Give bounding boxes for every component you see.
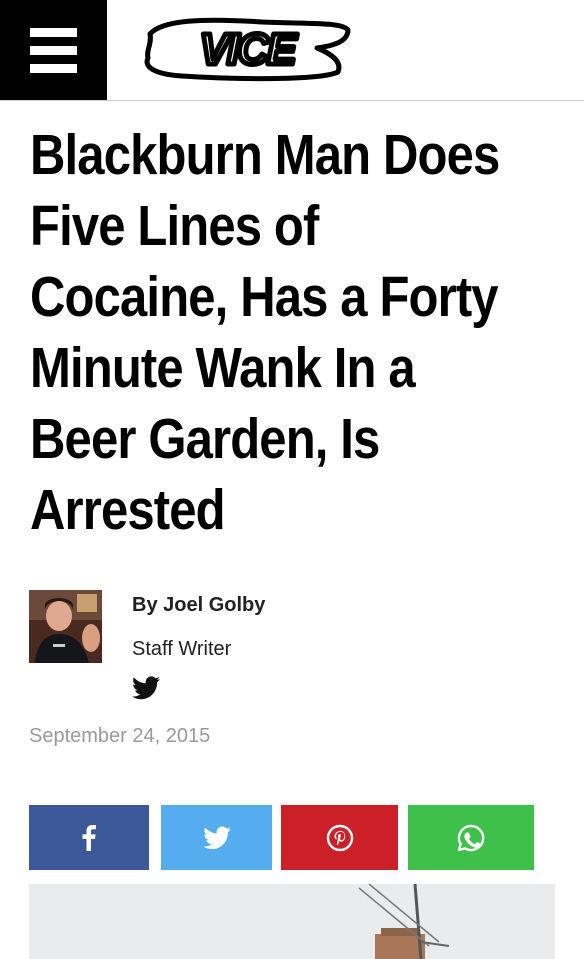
facebook-share-button[interactable] bbox=[29, 805, 149, 870]
pinterest-icon bbox=[326, 824, 353, 851]
headline-line: Blackburn Man Does bbox=[30, 123, 500, 187]
menu-bar-line bbox=[30, 64, 77, 73]
logo-text: VICE bbox=[200, 25, 298, 74]
twitter-share-button[interactable] bbox=[161, 805, 272, 870]
author-byline[interactable]: By Joel Golby bbox=[132, 594, 265, 617]
top-nav-bar: VICE bbox=[0, 0, 584, 101]
vice-logo[interactable]: VICE bbox=[142, 14, 352, 84]
article-headline: Blackburn Man Does Five Lines of Cocaine… bbox=[30, 120, 500, 546]
hamburger-menu-icon[interactable] bbox=[0, 0, 107, 100]
whatsapp-share-button[interactable] bbox=[408, 805, 534, 870]
publish-date: September 24, 2015 bbox=[29, 725, 211, 747]
menu-bar-line bbox=[30, 46, 77, 55]
headline-line: Five Lines of bbox=[30, 194, 319, 258]
headline-line: Minute Wank In a bbox=[30, 336, 416, 400]
article-hero-image[interactable] bbox=[29, 884, 555, 959]
menu-bar-line bbox=[30, 28, 77, 37]
author-role: Staff Writer bbox=[132, 638, 232, 660]
twitter-icon bbox=[202, 826, 231, 849]
author-avatar[interactable] bbox=[29, 590, 102, 663]
twitter-bird-icon[interactable] bbox=[132, 676, 160, 700]
headline-line: Cocaine, Has a Forty bbox=[30, 265, 499, 329]
whatsapp-icon bbox=[457, 824, 485, 851]
pinterest-share-button[interactable] bbox=[281, 805, 398, 870]
facebook-icon bbox=[82, 824, 96, 851]
headline-line: Beer Garden, Is bbox=[30, 407, 380, 471]
headline-line: Arrested bbox=[30, 478, 226, 542]
